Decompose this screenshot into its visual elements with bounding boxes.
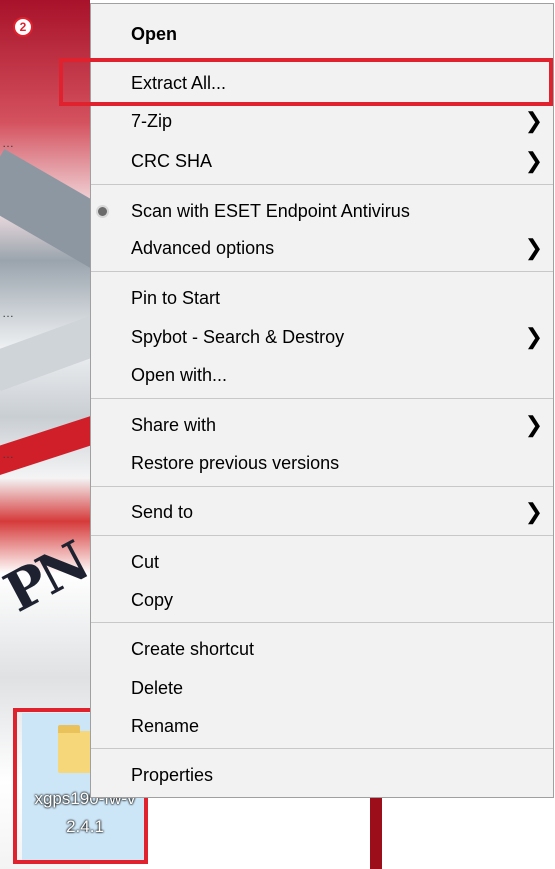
menu-item-label: CRC SHA [131,151,213,171]
menu-item-scan-eset[interactable]: Scan with ESET Endpoint Antivirus [91,192,553,230]
menu-item-label: Restore previous versions [131,453,340,473]
menu-item-label: Open [131,24,178,44]
menu-item-send-to[interactable]: Send to ❯ [91,493,553,531]
menu-item-7zip[interactable]: 7-Zip ❯ [91,102,553,140]
menu-item-label: Scan with ESET Endpoint Antivirus [131,201,410,221]
menu-item-label: Properties [131,765,214,785]
menu-item-spybot[interactable]: Spybot - Search & Destroy ❯ [91,318,553,356]
menu-item-copy[interactable]: Copy [91,581,553,619]
menu-item-label: Pin to Start [131,288,221,308]
background-dots: … [2,306,14,320]
chevron-right-icon: ❯ [524,235,543,260]
menu-item-label: 7-Zip [131,111,173,131]
chevron-right-icon: ❯ [524,499,543,524]
menu-item-crc-sha[interactable]: CRC SHA ❯ [91,142,553,180]
menu-item-label: Create shortcut [131,639,255,659]
chevron-right-icon: ❯ [524,108,543,133]
extract-all-highlight-box [59,58,553,106]
menu-item-create-shortcut[interactable]: Create shortcut [91,630,553,668]
menu-separator [91,622,553,623]
background-dots: … [2,447,14,461]
menu-separator [91,535,553,536]
radio-bullet-icon [98,207,107,216]
menu-item-open[interactable]: Open [91,15,553,53]
menu-item-label: Rename [131,716,200,736]
menu-separator [91,748,553,749]
background-graphic [370,796,382,869]
context-menu: Open Extract All... 7-Zip ❯ CRC SHA ❯ Sc… [90,3,554,798]
menu-item-label: Share with [131,415,217,435]
background-graphic [0,308,90,392]
menu-item-label: Send to [131,502,194,522]
background-graphic [0,405,90,483]
menu-item-rename[interactable]: Rename [91,707,553,745]
menu-item-cut[interactable]: Cut [91,543,553,581]
chevron-right-icon: ❯ [524,148,543,173]
chevron-right-icon: ❯ [524,324,543,349]
menu-item-label: Delete [131,678,184,698]
menu-separator [91,486,553,487]
menu-item-properties[interactable]: Properties [91,756,553,794]
background-dots: … [2,136,14,150]
menu-item-label: Cut [131,552,160,572]
menu-item-label: Open with... [131,365,228,385]
menu-item-label: Copy [131,590,174,610]
chevron-right-icon: ❯ [524,412,543,437]
background-text-fragment: PN [0,529,90,625]
background-graphic [0,149,90,271]
menu-separator [91,271,553,272]
step-number-badge: 2 [13,17,33,37]
menu-item-advanced-options[interactable]: Advanced options ❯ [91,229,553,267]
menu-separator [91,398,553,399]
menu-item-delete[interactable]: Delete [91,669,553,707]
menu-separator [91,184,553,185]
menu-item-pin-to-start[interactable]: Pin to Start [91,279,553,317]
menu-item-restore-previous-versions[interactable]: Restore previous versions [91,444,553,482]
menu-item-label: Spybot - Search & Destroy [131,327,345,347]
menu-item-open-with[interactable]: Open with... [91,356,553,394]
menu-item-label: Advanced options [131,238,275,258]
menu-item-share-with[interactable]: Share with ❯ [91,406,553,444]
